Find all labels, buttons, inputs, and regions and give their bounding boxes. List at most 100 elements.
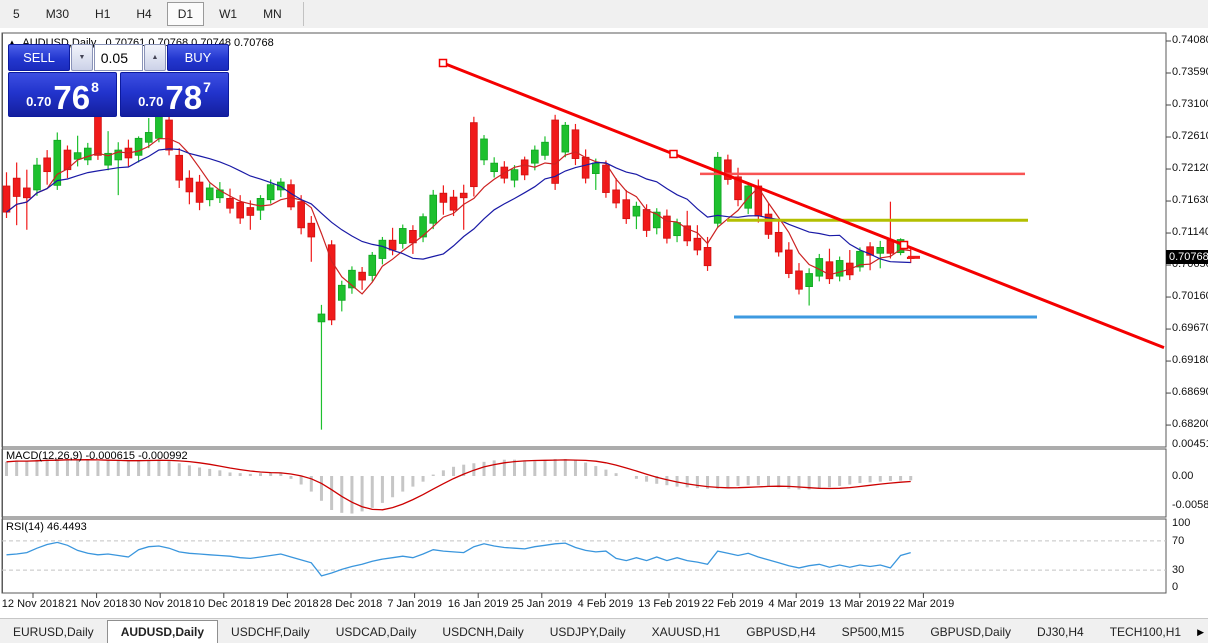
date-label[interactable]: 16 Jan 2019 <box>448 598 509 610</box>
candle-body[interactable] <box>876 247 885 254</box>
candle-body[interactable] <box>266 184 275 201</box>
candle-body[interactable] <box>805 273 813 287</box>
candle-body[interactable] <box>12 177 21 197</box>
candle-body[interactable] <box>175 154 184 181</box>
rsi-pane[interactable] <box>1 518 1167 594</box>
candle-body[interactable] <box>774 231 783 253</box>
candle-body[interactable] <box>256 198 265 211</box>
date-label[interactable]: 21 Nov 2018 <box>65 598 127 610</box>
candle-body[interactable] <box>693 237 702 251</box>
sell-price-display[interactable]: 0.70 76 8 <box>8 72 117 117</box>
candle-body[interactable] <box>551 119 559 184</box>
candle-body[interactable] <box>185 177 194 193</box>
candle-body[interactable] <box>825 261 834 280</box>
candle-body[interactable] <box>43 157 51 173</box>
volume-decrease-button[interactable]: ▼ <box>71 44 93 71</box>
candle-body[interactable] <box>459 192 468 199</box>
date-label[interactable]: 13 Feb 2019 <box>638 598 700 610</box>
candle-body[interactable] <box>378 239 387 259</box>
candle-body[interactable] <box>287 184 295 208</box>
candle-body[interactable] <box>94 114 102 156</box>
candle-body[interactable] <box>642 209 651 231</box>
candle-body[interactable] <box>205 187 214 201</box>
date-label[interactable]: 10 Dec 2018 <box>193 598 255 610</box>
tab-usdjpy-daily[interactable]: USDJPY,Daily <box>537 621 639 643</box>
date-label[interactable]: 22 Mar 2019 <box>893 598 955 610</box>
candle-body[interactable] <box>388 239 397 251</box>
candle-body[interactable] <box>165 119 173 151</box>
candle-body[interactable] <box>785 249 793 274</box>
buy-price-display[interactable]: 0.70 78 7 <box>120 72 229 117</box>
candle-body[interactable] <box>571 129 580 159</box>
buy-button[interactable]: BUY <box>167 44 229 71</box>
tab-gbpusd-daily[interactable]: GBPUSD,Daily <box>917 621 1024 643</box>
candle-body[interactable] <box>134 137 143 156</box>
candle-body[interactable] <box>632 205 641 217</box>
candle-body[interactable] <box>612 189 620 204</box>
date-label[interactable]: 22 Feb 2019 <box>702 598 764 610</box>
candle-body[interactable] <box>358 271 366 281</box>
sell-button[interactable]: SELL <box>8 44 70 71</box>
candle-body[interactable] <box>23 187 31 199</box>
candle-body[interactable] <box>602 164 610 193</box>
candle-body[interactable] <box>622 199 631 220</box>
candle-body[interactable] <box>449 196 458 211</box>
candle-body[interactable] <box>510 169 519 181</box>
tab-scroll-right-icon[interactable]: ▶ <box>1197 627 1204 638</box>
tab-usdchf-daily[interactable]: USDCHF,Daily <box>218 621 323 643</box>
date-label[interactable]: 4 Feb 2019 <box>578 598 634 610</box>
candle-body[interactable] <box>520 159 529 176</box>
candle-body[interactable] <box>673 222 681 237</box>
trendline-handle[interactable] <box>438 58 448 68</box>
date-label[interactable]: 30 Nov 2018 <box>129 598 191 610</box>
candle-body[interactable] <box>835 260 844 277</box>
candle-body[interactable] <box>470 122 478 188</box>
candle-body[interactable] <box>683 225 692 242</box>
tab-sp500-m15[interactable]: SP500,M15 <box>829 621 918 643</box>
candle-body[interactable] <box>815 258 824 277</box>
candle-body[interactable] <box>195 181 204 203</box>
candle-body[interactable] <box>226 198 234 209</box>
date-label[interactable]: 25 Jan 2019 <box>512 598 573 610</box>
candle-body[interactable] <box>541 141 549 156</box>
candle-body[interactable] <box>561 124 570 153</box>
date-label[interactable]: 7 Jan 2019 <box>387 598 441 610</box>
candle-body[interactable] <box>297 201 305 229</box>
tab-tech100-h1[interactable]: TECH100,H1 <box>1097 621 1194 643</box>
tab-usdcad-daily[interactable]: USDCAD,Daily <box>323 621 430 643</box>
candle-body[interactable] <box>246 207 255 216</box>
tab-gbpusd-h4[interactable]: GBPUSD,H4 <box>733 621 828 643</box>
tab-xauusd-h1[interactable]: XAUUSD,H1 <box>639 621 734 643</box>
candle-body[interactable] <box>317 313 326 323</box>
candle-body[interactable] <box>144 132 153 143</box>
candle-body[interactable] <box>307 222 316 238</box>
volume-increase-button[interactable]: ▲ <box>144 44 166 71</box>
tab-usdcnh-daily[interactable]: USDCNH,Daily <box>429 621 536 643</box>
date-label[interactable]: 4 Mar 2019 <box>768 598 824 610</box>
tab-dj30-h4[interactable]: DJ30,H4 <box>1024 621 1097 643</box>
candle-body[interactable] <box>581 156 590 179</box>
date-label[interactable]: 12 Nov 2018 <box>2 598 64 610</box>
candle-body[interactable] <box>429 194 438 224</box>
candle-body[interactable] <box>480 138 488 161</box>
candle-body[interactable] <box>531 149 539 164</box>
candle-body[interactable] <box>703 247 712 267</box>
volume-input[interactable]: 0.05 <box>94 44 143 71</box>
candle-body[interactable] <box>2 185 11 213</box>
candle-body[interactable] <box>155 114 163 139</box>
candle-body[interactable] <box>439 192 448 203</box>
trendline-handle[interactable] <box>669 149 678 159</box>
date-label[interactable]: 13 Mar 2019 <box>829 598 891 610</box>
tab-eurusd-daily[interactable]: EURUSD,Daily <box>0 621 107 643</box>
candle-body[interactable] <box>73 152 82 160</box>
candle-body[interactable] <box>337 284 346 301</box>
candle-body[interactable] <box>591 162 600 174</box>
candle-body[interactable] <box>236 201 244 219</box>
candle-body[interactable] <box>33 164 41 191</box>
date-label[interactable]: 19 Dec 2018 <box>256 598 318 610</box>
candle-body[interactable] <box>83 147 92 161</box>
candle-body[interactable] <box>795 270 803 290</box>
candle-body[interactable] <box>490 162 498 173</box>
candle-body[interactable] <box>398 228 407 244</box>
candle-body[interactable] <box>368 254 377 276</box>
